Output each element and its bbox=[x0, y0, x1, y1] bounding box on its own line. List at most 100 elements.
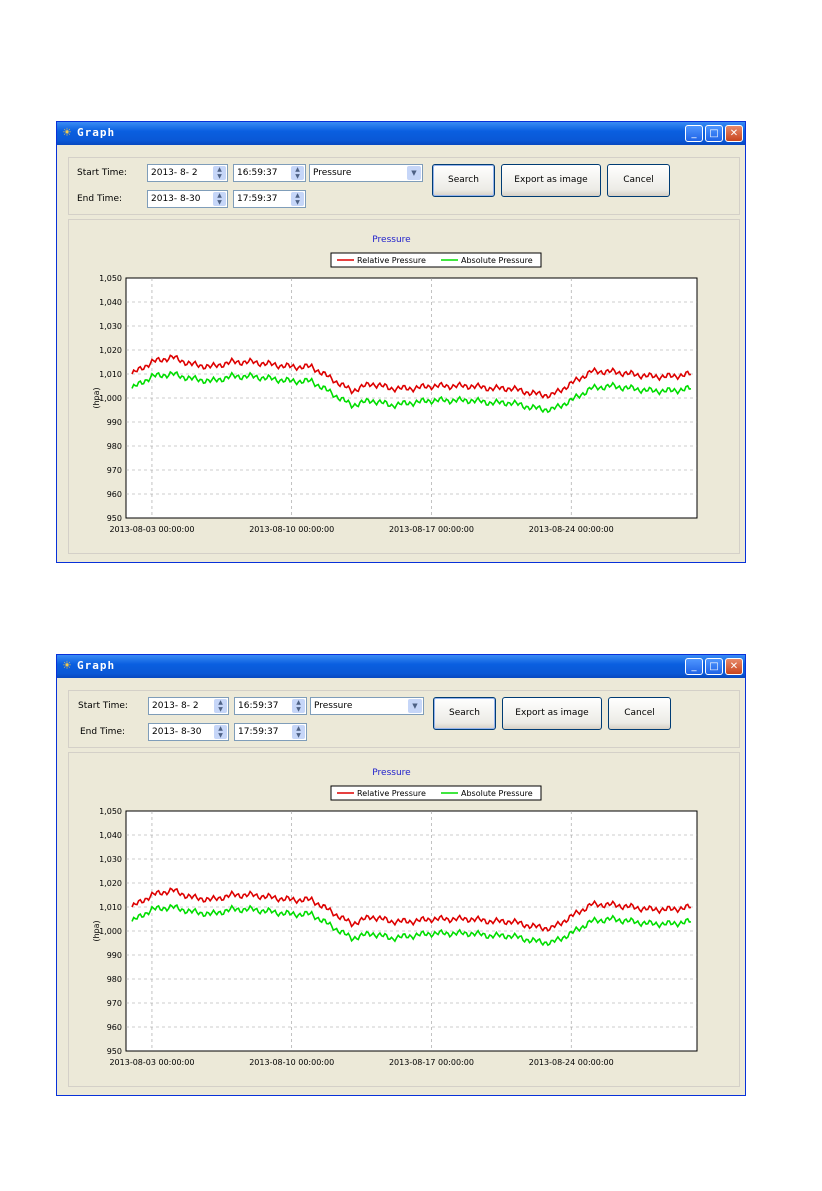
minimize-button[interactable]: _ bbox=[685, 125, 703, 142]
spin-updown-icon[interactable]: ▲ ▼ bbox=[214, 699, 227, 713]
x-tick-label: 2013-08-03 00:00:00 bbox=[109, 525, 194, 534]
y-tick-label: 950 bbox=[107, 514, 122, 523]
end-time-label: End Time: bbox=[77, 194, 123, 204]
spin-updown-icon[interactable]: ▲ ▼ bbox=[292, 699, 305, 713]
start-time-value: 16:59:37 bbox=[238, 701, 279, 711]
maximize-button[interactable]: □ bbox=[705, 125, 723, 142]
x-tick-label: 2013-08-17 00:00:00 bbox=[389, 525, 474, 534]
minimize-button[interactable]: _ bbox=[685, 658, 703, 675]
legend-entry: Relative Pressure bbox=[357, 256, 426, 265]
search-button[interactable]: Search bbox=[433, 697, 496, 730]
start-time-label: Start Time: bbox=[78, 701, 128, 711]
export-image-button[interactable]: Export as image bbox=[501, 164, 601, 197]
legend-entry: Absolute Pressure bbox=[461, 256, 533, 265]
y-tick-label: 1,050 bbox=[99, 274, 122, 283]
controls-panel: Start Time: End Time: 2013- 8- 2 ▲ ▼ 16:59… bbox=[68, 690, 740, 748]
start-date-value: 2013- 8- 2 bbox=[151, 168, 198, 178]
y-tick-label: 1,030 bbox=[99, 855, 122, 864]
end-time-field[interactable]: 17:59:37 ▲ ▼ bbox=[234, 723, 307, 741]
chevron-down-icon[interactable]: ▼ bbox=[408, 699, 422, 713]
chart-area: Pressure Relative Pressure Absolute Pressu… bbox=[68, 752, 740, 1087]
search-button[interactable]: Search bbox=[432, 164, 495, 197]
y-tick-label: 1,010 bbox=[99, 370, 122, 379]
pressure-chart: Pressure Relative Pressure Absolute Pressu… bbox=[92, 768, 698, 1067]
x-tick-label: 2013-08-24 00:00:00 bbox=[529, 1058, 614, 1067]
y-tick-label: 960 bbox=[107, 490, 122, 499]
chevron-down-icon[interactable]: ▼ bbox=[407, 166, 421, 180]
end-date-value: 2013- 8-30 bbox=[151, 194, 201, 204]
app-icon: ☀ bbox=[62, 659, 72, 672]
graph-window-2: ☀ Graph _ □ ✕ Start Time: End Time: 2013… bbox=[56, 654, 746, 1096]
y-tick-label: 970 bbox=[107, 466, 122, 475]
end-time-value: 17:59:37 bbox=[238, 727, 279, 737]
start-time-field[interactable]: 16:59:37 ▲ ▼ bbox=[234, 697, 307, 715]
end-date-field[interactable]: 2013- 8-30 ▲ ▼ bbox=[148, 723, 229, 741]
app-icon: ☀ bbox=[62, 126, 72, 139]
y-tick-label: 1,020 bbox=[99, 879, 122, 888]
start-date-field[interactable]: 2013- 8- 2 ▲ ▼ bbox=[148, 697, 229, 715]
y-tick-label: 1,040 bbox=[99, 298, 122, 307]
spin-updown-icon[interactable]: ▲ ▼ bbox=[292, 725, 305, 739]
x-tick-label: 2013-08-10 00:00:00 bbox=[249, 1058, 334, 1067]
y-tick-label: 970 bbox=[107, 999, 122, 1008]
y-tick-label: 1,050 bbox=[99, 807, 122, 816]
spin-updown-icon[interactable]: ▲ ▼ bbox=[213, 166, 226, 180]
controls-panel: Start Time: End Time: 2013- 8- 2 ▲ ▼ 16:59… bbox=[68, 157, 740, 215]
end-time-label: End Time: bbox=[80, 727, 126, 737]
legend: Relative Pressure Absolute Pressure bbox=[330, 252, 542, 268]
window-title: Graph bbox=[77, 659, 116, 672]
graph-window-1: ☀ Graph _ □ ✕ Start Time: End Time: 2013… bbox=[56, 121, 746, 563]
close-button[interactable]: ✕ bbox=[725, 658, 743, 675]
y-tick-label: 990 bbox=[107, 418, 122, 427]
close-button[interactable]: ✕ bbox=[725, 125, 743, 142]
legend: Relative Pressure Absolute Pressure bbox=[330, 785, 542, 801]
end-date-field[interactable]: 2013- 8-30 ▲ ▼ bbox=[147, 190, 228, 208]
y-tick-label: 1,000 bbox=[99, 394, 122, 403]
x-tick-label: 2013-08-10 00:00:00 bbox=[249, 525, 334, 534]
maximize-button[interactable]: □ bbox=[705, 658, 723, 675]
window-title: Graph bbox=[77, 126, 116, 139]
pressure-chart: Pressure Relative Pressure Absolute Pressu… bbox=[92, 235, 698, 534]
x-tick-label: 2013-08-24 00:00:00 bbox=[529, 525, 614, 534]
title-bar[interactable]: ☀ Graph _ □ ✕ bbox=[57, 655, 745, 678]
start-time-field[interactable]: 16:59:37 ▲ ▼ bbox=[233, 164, 306, 182]
y-tick-label: 950 bbox=[107, 1047, 122, 1056]
legend-entry: Absolute Pressure bbox=[461, 789, 533, 798]
chart-title: Pressure bbox=[372, 768, 411, 778]
end-time-field[interactable]: 17:59:37 ▲ ▼ bbox=[233, 190, 306, 208]
export-image-button[interactable]: Export as image bbox=[502, 697, 602, 730]
data-type-value: Pressure bbox=[314, 701, 353, 711]
cancel-button[interactable]: Cancel bbox=[608, 697, 671, 730]
chart-title: Pressure bbox=[372, 235, 411, 245]
cancel-button[interactable]: Cancel bbox=[607, 164, 670, 197]
y-tick-label: 1,010 bbox=[99, 903, 122, 912]
end-date-value: 2013- 8-30 bbox=[152, 727, 202, 737]
y-tick-label: 980 bbox=[107, 975, 122, 984]
y-axis-label: (hpa) bbox=[92, 920, 101, 941]
spin-updown-icon[interactable]: ▲ ▼ bbox=[291, 166, 304, 180]
data-type-select[interactable]: Pressure ▼ bbox=[309, 164, 423, 182]
spin-updown-icon[interactable]: ▲ ▼ bbox=[291, 192, 304, 206]
title-bar[interactable]: ☀ Graph _ □ ✕ bbox=[57, 122, 745, 145]
y-tick-label: 990 bbox=[107, 951, 122, 960]
y-tick-label: 960 bbox=[107, 1023, 122, 1032]
start-date-value: 2013- 8- 2 bbox=[152, 701, 199, 711]
data-type-select[interactable]: Pressure ▼ bbox=[310, 697, 424, 715]
data-type-value: Pressure bbox=[313, 168, 352, 178]
x-tick-label: 2013-08-03 00:00:00 bbox=[109, 1058, 194, 1067]
start-date-field[interactable]: 2013- 8- 2 ▲ ▼ bbox=[147, 164, 228, 182]
end-time-value: 17:59:37 bbox=[237, 194, 278, 204]
y-tick-label: 980 bbox=[107, 442, 122, 451]
y-tick-label: 1,040 bbox=[99, 831, 122, 840]
y-tick-label: 1,000 bbox=[99, 927, 122, 936]
x-tick-label: 2013-08-17 00:00:00 bbox=[389, 1058, 474, 1067]
spin-updown-icon[interactable]: ▲ ▼ bbox=[213, 192, 226, 206]
legend-entry: Relative Pressure bbox=[357, 789, 426, 798]
chart-area: Pressure Relative Pressure Absolute Pressu… bbox=[68, 219, 740, 554]
spin-updown-icon[interactable]: ▲ ▼ bbox=[214, 725, 227, 739]
y-tick-label: 1,020 bbox=[99, 346, 122, 355]
start-time-value: 16:59:37 bbox=[237, 168, 278, 178]
y-axis-label: (hpa) bbox=[92, 387, 101, 408]
y-tick-label: 1,030 bbox=[99, 322, 122, 331]
start-time-label: Start Time: bbox=[77, 168, 127, 178]
